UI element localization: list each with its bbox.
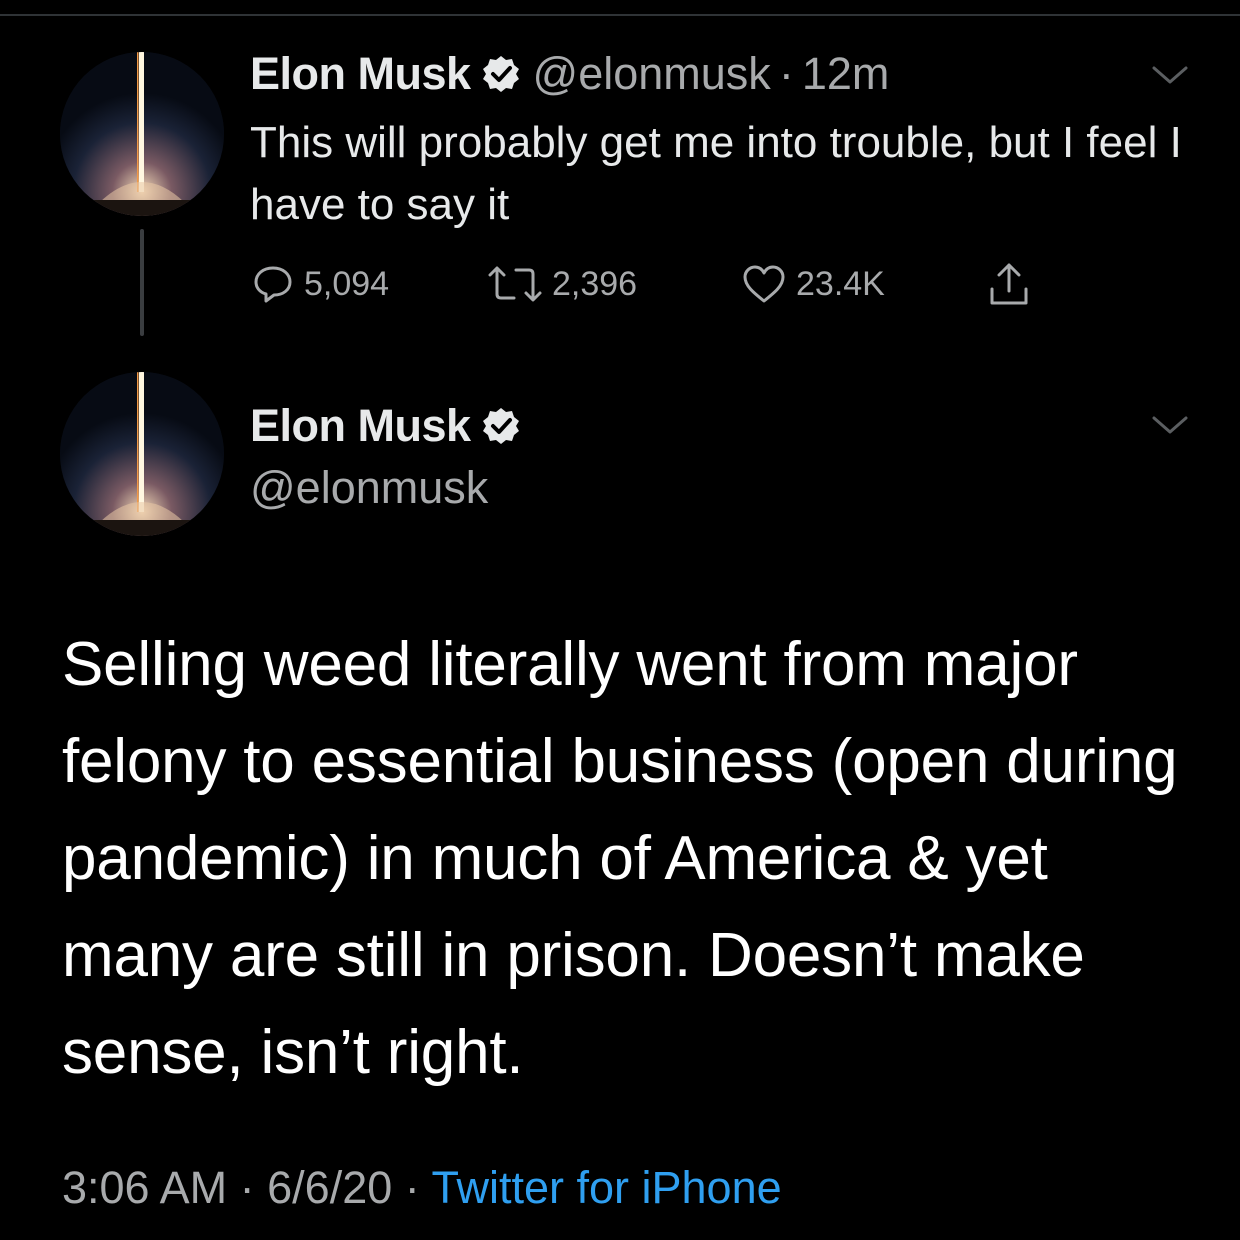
chevron-down-icon[interactable] xyxy=(1150,64,1190,88)
author-name[interactable]: Elon Musk xyxy=(250,400,471,452)
tweet-header: Elon Musk xyxy=(250,400,521,452)
retweet-button[interactable]: 2,396 xyxy=(486,256,637,312)
separator: · xyxy=(778,48,794,99)
thread-connector-line xyxy=(140,229,144,336)
chevron-down-icon[interactable] xyxy=(1150,414,1190,438)
tweet-text: Selling weed literally went from major f… xyxy=(62,630,1178,1087)
share-icon xyxy=(990,263,1028,305)
like-icon xyxy=(743,265,785,303)
reply-count: 5,094 xyxy=(304,264,390,303)
top-divider xyxy=(0,14,1240,16)
reply-button[interactable]: 5,094 xyxy=(250,256,389,312)
tweet-metadata: 3:06 AM · 6/6/20 · Twitter for iPhone xyxy=(62,1162,782,1214)
tweet-text: This will probably get me into trouble, … xyxy=(250,118,1182,229)
like-button[interactable]: 23.4K xyxy=(740,256,885,312)
tweet-header: Elon Musk @elonmusk · 12m xyxy=(250,48,889,100)
avatar[interactable] xyxy=(60,52,224,216)
verified-badge-icon xyxy=(481,406,521,446)
retweet-icon xyxy=(488,266,542,302)
retweet-count: 2,396 xyxy=(552,264,638,303)
tweet-time[interactable]: 3:06 AM xyxy=(62,1162,227,1213)
tweet-date[interactable]: 6/6/20 xyxy=(267,1162,392,1213)
verified-badge-icon xyxy=(481,54,521,94)
tweet-age[interactable]: 12m xyxy=(802,48,890,100)
author-handle[interactable]: @elonmusk xyxy=(533,48,771,100)
avatar[interactable] xyxy=(60,372,224,536)
tweet-source-link[interactable]: Twitter for iPhone xyxy=(431,1162,781,1213)
author-handle[interactable]: @elonmusk xyxy=(250,462,488,514)
share-button[interactable] xyxy=(986,256,1040,312)
separator: · xyxy=(404,1162,420,1213)
reply-icon xyxy=(254,266,292,303)
separator: · xyxy=(239,1162,255,1213)
author-name[interactable]: Elon Musk xyxy=(250,48,471,100)
like-count: 23.4K xyxy=(796,264,885,303)
